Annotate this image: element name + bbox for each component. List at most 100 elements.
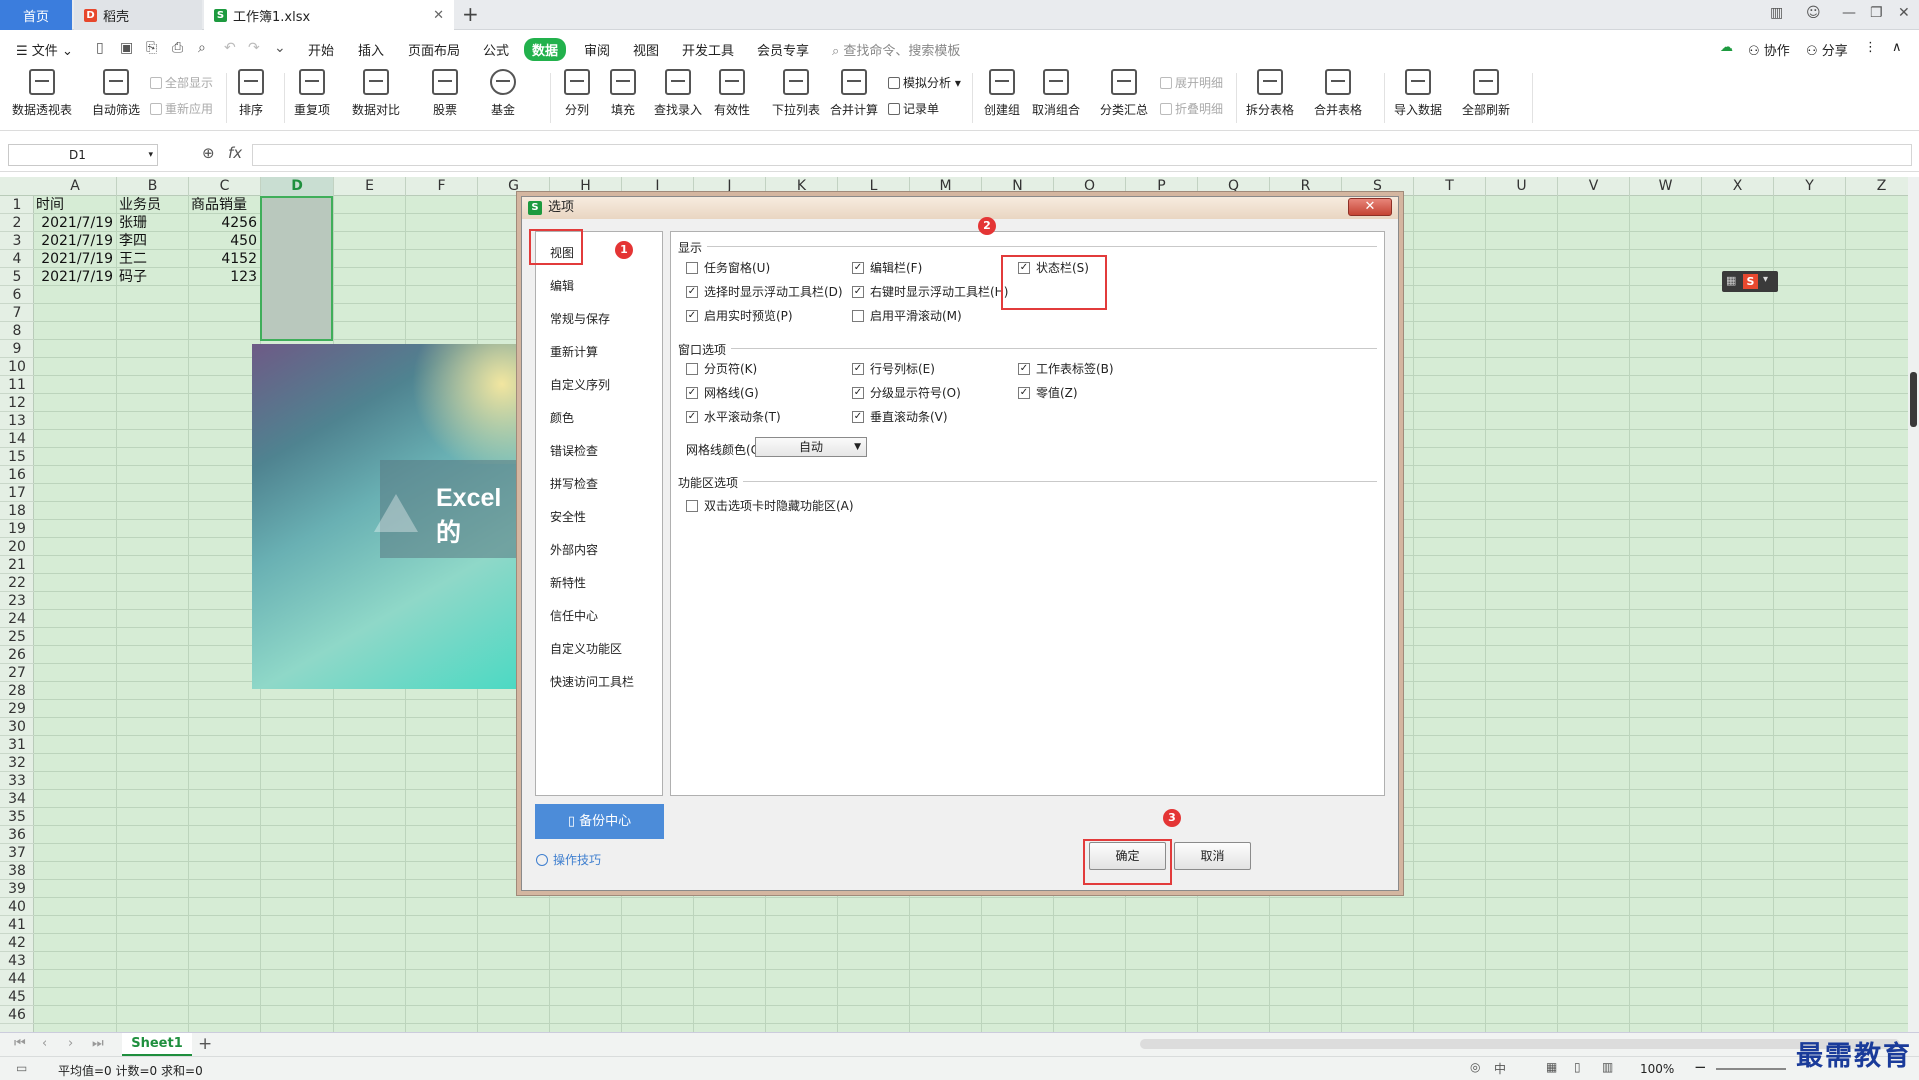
export-icon[interactable]: ⎘ — [146, 40, 157, 56]
collapse-detail-button[interactable]: 折叠明细 — [1160, 100, 1223, 117]
validity-button[interactable]: 有效性 — [714, 69, 750, 118]
prev-sheet-icon[interactable]: ‹ — [42, 1036, 47, 1051]
column-header-f[interactable]: F — [406, 177, 478, 196]
row-header-1[interactable]: 1 — [0, 196, 34, 214]
row-header-37[interactable]: 37 — [0, 844, 34, 862]
opt-sheet-tabs[interactable]: ✓ 工作表标签(B) — [1018, 360, 1114, 377]
zoom-formula-icon[interactable]: ⊕ — [202, 144, 215, 162]
opt-smooth-scroll[interactable]: 启用平滑滚动(M) — [852, 307, 962, 324]
file-menu[interactable]: ☰ 文件 ⌄ — [16, 40, 73, 59]
zoom-out-icon[interactable]: − — [1694, 1058, 1707, 1076]
opt-vscroll[interactable]: ✓ 垂直滚动条(V) — [852, 408, 948, 425]
quick-access-dropdown-icon[interactable]: ⌄ — [274, 40, 286, 56]
user-avatar-icon[interactable]: ☺ — [1806, 5, 1821, 21]
column-header-j[interactable]: J — [694, 177, 766, 196]
opt-hscroll[interactable]: ✓ 水平滚动条(T) — [686, 408, 781, 425]
last-sheet-icon[interactable]: ⏭ — [92, 1036, 104, 1051]
sort-button[interactable]: 排序 — [238, 69, 264, 118]
macro-icon[interactable]: ▭ — [16, 1061, 27, 1075]
share-button[interactable]: ⚇ 分享 — [1806, 40, 1848, 59]
row-header-34[interactable]: 34 — [0, 790, 34, 808]
dropdown-list-button[interactable]: 下拉列表 — [772, 69, 820, 118]
page-layout-view-icon[interactable]: ▯ — [1574, 1060, 1581, 1074]
menu-data[interactable]: 数据 — [524, 38, 567, 61]
formula-input[interactable] — [252, 144, 1912, 166]
row-header-9[interactable]: 9 — [0, 340, 34, 358]
redo-icon[interactable]: ↷ — [248, 40, 260, 56]
column-header-p[interactable]: P — [1126, 177, 1198, 196]
gridline-color-select[interactable]: 自动 ▼ — [755, 437, 867, 457]
row-header-28[interactable]: 28 — [0, 682, 34, 700]
header-cell[interactable]: 业务员 — [119, 196, 187, 214]
nav-custom-ribbon[interactable]: 自定义功能区 — [550, 640, 622, 657]
row-header-39[interactable]: 39 — [0, 880, 34, 898]
tab-home[interactable]: 首页 — [0, 0, 72, 30]
column-header-i[interactable]: I — [622, 177, 694, 196]
menu-view[interactable]: 视图 — [633, 40, 659, 59]
table-cell[interactable]: 码子 — [119, 268, 185, 286]
nav-new-features[interactable]: 新特性 — [550, 574, 586, 591]
table-cell[interactable]: 2021/7/19 — [36, 268, 113, 286]
table-cell[interactable]: 张珊 — [119, 214, 185, 232]
restore-icon[interactable]: ❐ — [1870, 5, 1883, 21]
fill-button[interactable]: 填充 — [610, 69, 636, 118]
nav-general-save[interactable]: 常规与保存 — [550, 310, 610, 327]
nav-color[interactable]: 颜色 — [550, 409, 574, 426]
row-header-17[interactable]: 17 — [0, 484, 34, 502]
close-window-icon[interactable]: ✕ — [1898, 5, 1910, 21]
ungroup-button[interactable]: 取消组合 — [1032, 69, 1080, 118]
nav-error-check[interactable]: 错误检查 — [550, 442, 598, 459]
header-cell[interactable]: 时间 — [36, 196, 115, 214]
zoom-level[interactable]: 100% — [1640, 1062, 1674, 1076]
more-icon[interactable]: ⋮ — [1864, 40, 1877, 55]
opt-live-preview[interactable]: ✓ 启用实时预览(P) — [686, 307, 793, 324]
row-header-22[interactable]: 22 — [0, 574, 34, 592]
undo-icon[interactable]: ↶ — [224, 40, 236, 56]
horizontal-scrollbar[interactable] — [1140, 1039, 1900, 1049]
column-header-w[interactable]: W — [1630, 177, 1702, 196]
row-header-19[interactable]: 19 — [0, 520, 34, 538]
consolidate-button[interactable]: 合并计算 — [830, 69, 878, 118]
column-header-u[interactable]: U — [1486, 177, 1558, 196]
column-header-s[interactable]: S — [1342, 177, 1414, 196]
tab-daoke[interactable]: D 稻壳 — [74, 0, 202, 30]
column-header-r[interactable]: R — [1270, 177, 1342, 196]
data-compare-button[interactable]: 数据对比 — [352, 69, 400, 118]
row-header-32[interactable]: 32 — [0, 754, 34, 772]
input-method-icon[interactable]: 中 — [1494, 1060, 1506, 1077]
lookup-entry-button[interactable]: 查找录入 — [654, 69, 702, 118]
new-doc-icon[interactable]: ▯ — [96, 40, 104, 56]
row-header-42[interactable]: 42 — [0, 934, 34, 952]
new-tab-icon[interactable]: + — [462, 2, 479, 26]
table-cell[interactable]: 4256 — [191, 214, 257, 232]
column-header-d[interactable]: D — [261, 177, 334, 196]
opt-zero-values[interactable]: ✓ 零值(Z) — [1018, 384, 1078, 401]
menu-page-layout[interactable]: 页面布局 — [408, 40, 460, 59]
row-header-6[interactable]: 6 — [0, 286, 34, 304]
menu-formula[interactable]: 公式 — [483, 40, 509, 59]
print-icon[interactable]: ⎙ — [172, 40, 183, 56]
row-header-35[interactable]: 35 — [0, 808, 34, 826]
row-header-15[interactable]: 15 — [0, 448, 34, 466]
column-header-m[interactable]: M — [910, 177, 982, 196]
inserted-picture[interactable]: Excel的 — [252, 344, 520, 689]
row-header-45[interactable]: 45 — [0, 988, 34, 1006]
row-header-30[interactable]: 30 — [0, 718, 34, 736]
opt-float-on-select[interactable]: ✓ 选择时显示浮动工具栏(D) — [686, 283, 843, 300]
row-header-44[interactable]: 44 — [0, 970, 34, 988]
record-form-button[interactable]: 记录单 — [888, 100, 939, 117]
row-header-40[interactable]: 40 — [0, 898, 34, 916]
column-header-x[interactable]: X — [1702, 177, 1774, 196]
row-header-20[interactable]: 20 — [0, 538, 34, 556]
nav-external[interactable]: 外部内容 — [550, 541, 598, 558]
row-header-36[interactable]: 36 — [0, 826, 34, 844]
column-header-b[interactable]: B — [117, 177, 189, 196]
row-header-13[interactable]: 13 — [0, 412, 34, 430]
tips-link[interactable]: 操作技巧 — [536, 851, 601, 868]
column-header-y[interactable]: Y — [1774, 177, 1846, 196]
table-cell[interactable]: 李四 — [119, 232, 185, 250]
row-header-21[interactable]: 21 — [0, 556, 34, 574]
group-button[interactable]: 创建组 — [984, 69, 1020, 118]
row-header-33[interactable]: 33 — [0, 772, 34, 790]
normal-view-icon[interactable]: ▦ — [1546, 1060, 1557, 1074]
